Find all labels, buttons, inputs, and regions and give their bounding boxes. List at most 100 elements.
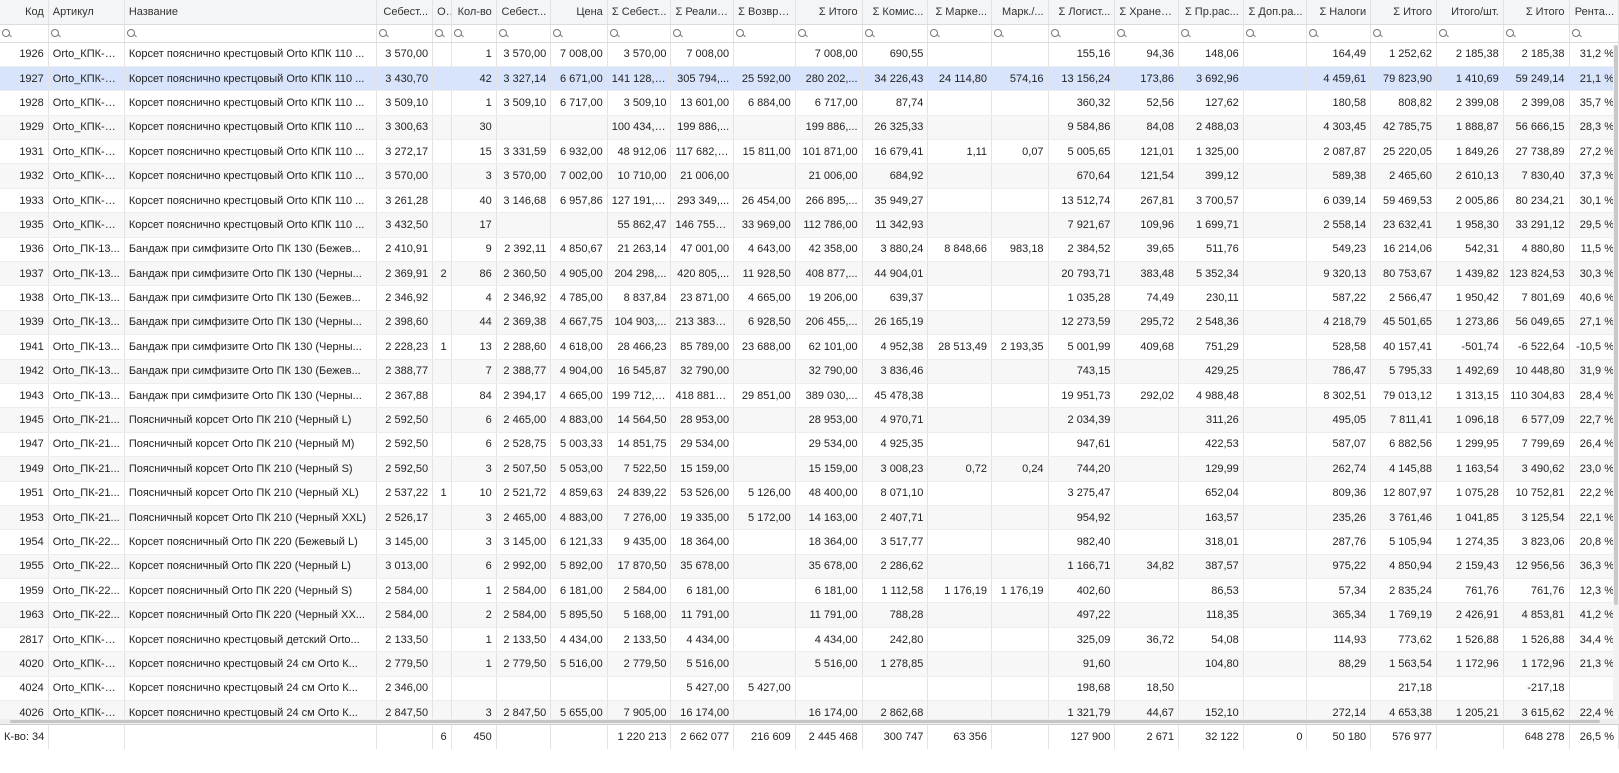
table-row[interactable]: 4020 Orto_КПК-1... Корсет пояснично крестц… bbox=[0, 651, 1619, 677]
table-row[interactable]: 2817 Orto_КПК-1... Корсет пояснично крестц… bbox=[0, 627, 1619, 653]
table-cell: 1 163,54 bbox=[1436, 456, 1504, 482]
table-row[interactable]: 1936 Orto_ПК-13... Бандаж при симфизите Or… bbox=[0, 237, 1619, 263]
table-row[interactable]: 1943 Orto_ПК-13... Бандаж при симфизите Or… bbox=[0, 383, 1619, 409]
table-row[interactable]: 1935 Orto_КПК-1... Корсет пояснично крестц… bbox=[0, 212, 1619, 238]
column-header-11[interactable]: Σ Итого bbox=[795, 0, 863, 25]
column-filter-2[interactable] bbox=[124, 24, 377, 43]
table-cell: 809,36 bbox=[1306, 481, 1372, 506]
column-filter-5[interactable] bbox=[451, 24, 497, 43]
table-row[interactable]: 1927 Orto_КПК-1... Корсет пояснично крестц… bbox=[0, 66, 1619, 92]
table-cell bbox=[1178, 676, 1244, 702]
table-cell: 305 794,... bbox=[670, 66, 735, 92]
column-filter-20[interactable] bbox=[1370, 24, 1437, 43]
column-header-7[interactable]: Цена bbox=[550, 0, 608, 25]
table-row[interactable]: 1932 Orto_КПК-1... Корсет пояснично крестц… bbox=[0, 163, 1619, 189]
column-header-22[interactable]: Σ Итого bbox=[1503, 0, 1570, 25]
table-row[interactable]: 1953 Orto_ПК-21... Поясничный корсет Orto … bbox=[0, 505, 1619, 531]
column-filter-16[interactable] bbox=[1114, 24, 1180, 43]
horizontal-scroll-thumb[interactable] bbox=[10, 720, 1600, 723]
column-header-20[interactable]: Σ Итого bbox=[1370, 0, 1437, 25]
table-row[interactable]: 1926 Orto_КПК-1... Корсет пояснично крестц… bbox=[0, 42, 1619, 67]
column-header-5[interactable]: Кол-во bbox=[451, 0, 497, 25]
column-filter-15[interactable] bbox=[1048, 24, 1116, 43]
table-row[interactable]: 1933 Orto_КПК-1... Корсет пояснично крестц… bbox=[0, 188, 1619, 214]
column-header-3[interactable]: Себест... bbox=[376, 0, 434, 25]
column-filter-14[interactable] bbox=[991, 24, 1049, 43]
column-filter-13[interactable] bbox=[927, 24, 993, 43]
column-filter-12[interactable] bbox=[862, 24, 929, 43]
vertical-scroll-thumb[interactable] bbox=[1614, 45, 1618, 605]
column-filter-3[interactable] bbox=[376, 24, 434, 43]
table-cell: 4 303,45 bbox=[1306, 115, 1372, 141]
column-header-14[interactable]: Марк./... bbox=[991, 0, 1049, 25]
table-cell: 86 bbox=[451, 261, 497, 287]
table-row[interactable]: 1949 Orto_ПК-21... Поясничный корсет Orto … bbox=[0, 456, 1619, 482]
table-cell bbox=[1243, 578, 1308, 604]
column-header-19[interactable]: Σ Налоги bbox=[1306, 0, 1372, 25]
column-filter-8[interactable] bbox=[607, 24, 672, 43]
column-filter-11[interactable] bbox=[795, 24, 863, 43]
column-header-15[interactable]: Σ Логист... bbox=[1048, 0, 1116, 25]
table-row[interactable]: 1928 Orto_КПК-1... Корсет пояснично крестц… bbox=[0, 90, 1619, 116]
column-filter-18[interactable] bbox=[1243, 24, 1308, 43]
table-cell: 91,60 bbox=[1048, 651, 1116, 677]
table-cell: 155,16 bbox=[1048, 42, 1116, 67]
column-header-0[interactable]: Код bbox=[0, 0, 49, 25]
column-filter-0[interactable] bbox=[0, 24, 49, 43]
column-filter-1[interactable] bbox=[48, 24, 125, 43]
column-header-1[interactable]: Артикул bbox=[48, 0, 125, 25]
table-row[interactable]: 1937 Orto_ПК-13... Бандаж при симфизите Or… bbox=[0, 261, 1619, 287]
column-filter-23[interactable] bbox=[1569, 24, 1619, 43]
column-header-2[interactable]: Название bbox=[124, 0, 377, 25]
column-filter-4[interactable] bbox=[432, 24, 452, 43]
table-row[interactable]: 1941 Orto_ПК-13... Бандаж при симфизите Or… bbox=[0, 334, 1619, 360]
column-filter-17[interactable] bbox=[1178, 24, 1244, 43]
table-cell: 15 bbox=[451, 139, 497, 165]
table-row[interactable]: 1945 Orto_ПК-21... Поясничный корсет Orto … bbox=[0, 407, 1619, 433]
column-header-4[interactable]: О.. bbox=[432, 0, 452, 25]
column-header-12[interactable]: Σ Комис... bbox=[862, 0, 929, 25]
table-cell bbox=[1243, 627, 1308, 653]
column-header-21[interactable]: Итого/шт. bbox=[1436, 0, 1504, 25]
column-header-6[interactable]: Себест... bbox=[496, 0, 552, 25]
table-row[interactable]: 1947 Orto_ПК-21... Поясничный корсет Orto … bbox=[0, 432, 1619, 458]
table-row[interactable]: 1955 Orto_ПК-22... Корсет поясничный Orto … bbox=[0, 554, 1619, 580]
table-cell: 7 276,00 bbox=[607, 505, 672, 531]
table-cell: 1 bbox=[451, 578, 497, 604]
filter-row bbox=[0, 24, 1619, 43]
column-filter-19[interactable] bbox=[1306, 24, 1372, 43]
column-header-10[interactable]: Σ Возвра... bbox=[733, 0, 796, 25]
table-row[interactable]: 4024 Orto_КПК-1... Корсет пояснично крестц… bbox=[0, 676, 1619, 702]
column-header-17[interactable]: Σ Пр.рас... bbox=[1178, 0, 1244, 25]
table-row[interactable]: 1954 Orto_ПК-22... Корсет поясничный Orto … bbox=[0, 529, 1619, 555]
table-cell: Корсет пояснично крестцовый детский Orto… bbox=[124, 627, 377, 653]
table-row[interactable]: 1939 Orto_ПК-13... Бандаж при симфизите Or… bbox=[0, 310, 1619, 336]
column-filter-10[interactable] bbox=[733, 24, 796, 43]
column-header-16[interactable]: Σ Хранен... bbox=[1114, 0, 1180, 25]
table-row[interactable]: 1959 Orto_ПК-22... Корсет поясничный Orto … bbox=[0, 578, 1619, 604]
column-filter-21[interactable] bbox=[1436, 24, 1504, 43]
column-header-13[interactable]: Σ Марке... bbox=[927, 0, 993, 25]
table-row[interactable]: 1963 Orto_ПК-22... Корсет поясничный Orto … bbox=[0, 602, 1619, 628]
table-cell: 2 521,72 bbox=[496, 481, 552, 506]
column-header-9[interactable]: Σ Реализ... bbox=[670, 0, 735, 25]
column-filter-7[interactable] bbox=[550, 24, 608, 43]
table-row[interactable]: 1929 Orto_КПК-1... Корсет пояснично крестц… bbox=[0, 115, 1619, 141]
column-header-18[interactable]: Σ Доп.ра... bbox=[1243, 0, 1308, 25]
column-filter-6[interactable] bbox=[496, 24, 552, 43]
table-row[interactable]: 1951 Orto_ПК-21... Поясничный корсет Orto … bbox=[0, 481, 1619, 506]
table-row[interactable]: 1942 Orto_ПК-13... Бандаж при симфизите Or… bbox=[0, 359, 1619, 384]
column-header-8[interactable]: Σ Себест... bbox=[607, 0, 672, 25]
search-icon bbox=[1505, 28, 1515, 38]
column-filter-22[interactable] bbox=[1503, 24, 1570, 43]
table-cell: 2 193,35 bbox=[991, 334, 1049, 360]
table-row[interactable]: 1931 Orto_КПК-1... Корсет пояснично крестц… bbox=[0, 139, 1619, 165]
table-cell: Orto_ПК-13... bbox=[48, 359, 125, 384]
table-cell: 2 566,47 bbox=[1370, 285, 1437, 311]
column-header-23[interactable]: Рента... bbox=[1569, 0, 1619, 25]
table-cell: 21 006,00 bbox=[670, 163, 735, 189]
footer-total: 2 662 077 bbox=[670, 725, 735, 749]
vertical-scrollbar[interactable] bbox=[1613, 45, 1619, 715]
table-row[interactable]: 1938 Orto_ПК-13... Бандаж при симфизите Or… bbox=[0, 285, 1619, 311]
column-filter-9[interactable] bbox=[670, 24, 735, 43]
